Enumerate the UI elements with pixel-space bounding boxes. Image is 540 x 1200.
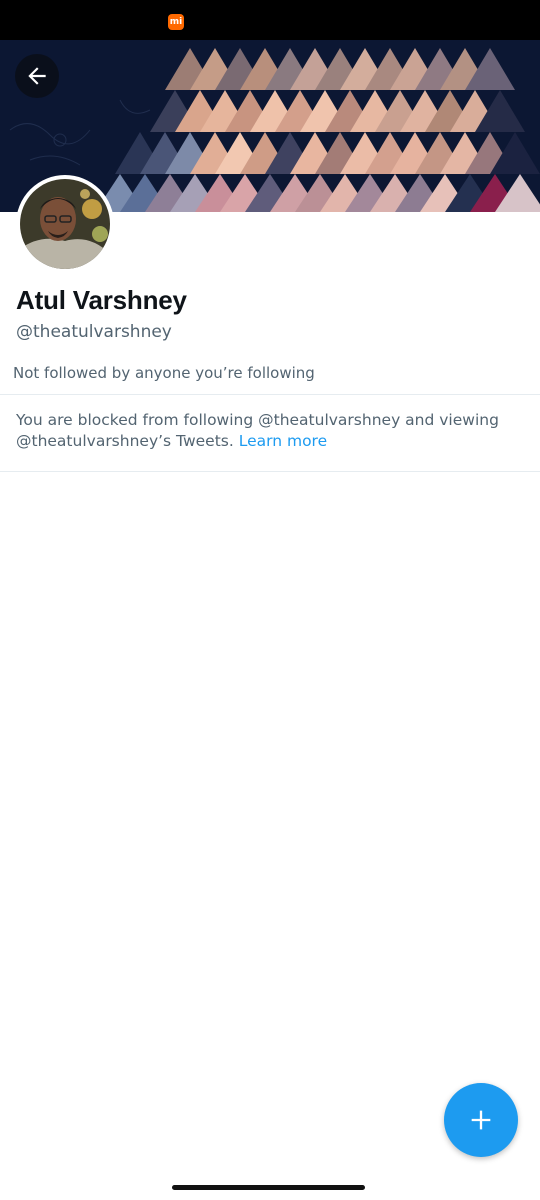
status-bar: mi — [0, 0, 540, 40]
divider — [0, 394, 540, 395]
divider — [0, 471, 540, 472]
learn-more-link[interactable]: Learn more — [239, 432, 327, 450]
back-button[interactable] — [15, 54, 59, 98]
blocked-notice: You are blocked from following @theatulv… — [16, 410, 526, 452]
avatar-photo — [20, 179, 110, 269]
profile-name: Atul Varshney — [16, 285, 187, 315]
compose-tweet-button[interactable] — [444, 1083, 518, 1157]
arrow-left-icon — [28, 67, 46, 85]
followers-note: Not followed by anyone you’re following — [13, 364, 315, 382]
plus-icon — [471, 1110, 491, 1130]
profile-handle: @theatulvarshney — [16, 322, 172, 342]
avatar[interactable] — [16, 175, 114, 273]
home-indicator[interactable] — [172, 1185, 365, 1190]
mi-logo-icon: mi — [168, 14, 184, 30]
